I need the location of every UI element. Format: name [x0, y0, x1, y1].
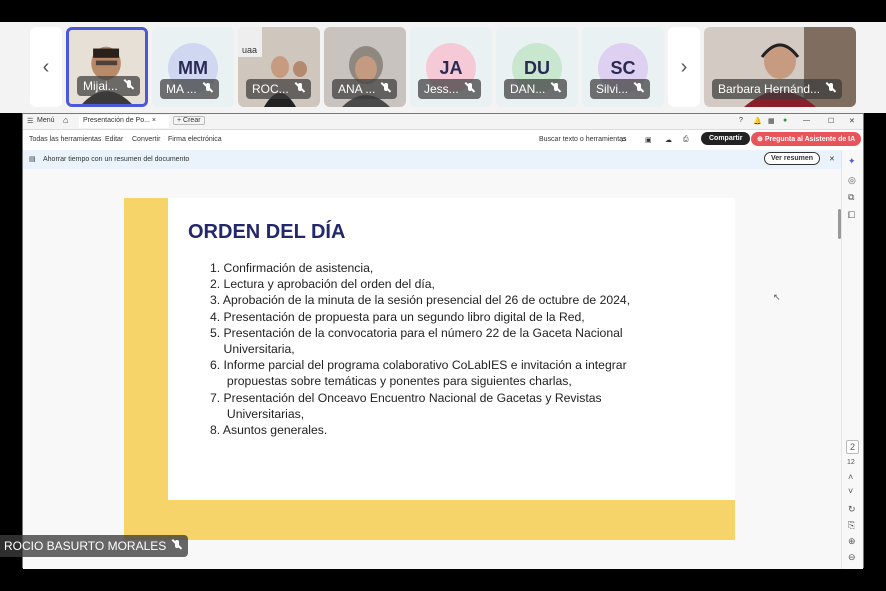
self-name-tag: ROCIO BASURTO MORALES [0, 535, 189, 557]
help-icon[interactable]: ? [739, 117, 743, 124]
profile-icon[interactable]: ● [783, 117, 787, 124]
search-icon[interactable]: ⌕ [621, 134, 627, 145]
participant-name: ANA ... [332, 79, 398, 99]
maximize-icon[interactable]: ☐ [828, 117, 834, 125]
search-field[interactable]: Buscar texto o herramientas [539, 136, 627, 143]
apps-icon[interactable]: ▦ [768, 117, 775, 125]
participant-name: Silvi... [590, 79, 651, 99]
save-icon[interactable]: ▣ [645, 136, 652, 144]
page-number[interactable]: 2 [846, 440, 860, 454]
zoom-out-icon[interactable]: ⊖ [848, 552, 856, 563]
participant-name: Jess... [418, 79, 481, 99]
participant-name: Mijai... [77, 76, 140, 96]
ai-assistant-button[interactable]: ⊕ Pregunta al Asistente de IA [751, 132, 862, 146]
tool-convert[interactable]: Convertir [132, 136, 160, 143]
pages-icon[interactable]: ⧠ [848, 210, 855, 221]
zoom-in-icon[interactable]: ⊕ [848, 536, 856, 547]
tool-sign[interactable]: Firma electrónica [168, 136, 222, 143]
participant-tile[interactable]: Mijai... [66, 27, 148, 107]
chevron-down-icon[interactable]: ˅ [848, 486, 853, 496]
mic-muted-icon [551, 83, 561, 95]
agenda-item: 7. Presentación del Onceavo Encuentro Na… [210, 390, 602, 405]
mic-muted-icon [381, 83, 391, 95]
banner-text: Ahorrar tiempo con un resumen del docume… [43, 156, 190, 163]
tab-bar: ☰ Menú ⌂ Presentación de Po... × + Crear… [23, 114, 863, 130]
participant-tile[interactable]: MM MA ... [152, 27, 234, 107]
close-icon[interactable]: ✕ [849, 117, 855, 125]
mic-muted-icon [172, 540, 182, 552]
home-icon[interactable]: ⌂ [63, 115, 68, 125]
participant-tile[interactable]: uaa ROC... [238, 27, 320, 107]
print-icon[interactable]: ⎙ [683, 136, 689, 144]
rotate-icon[interactable]: ↻ [848, 504, 856, 515]
tool-edit[interactable]: Editar [105, 136, 123, 143]
mouse-cursor-icon: ↖ [773, 292, 781, 302]
mic-muted-icon [826, 83, 836, 95]
participant-tile[interactable]: SC Silvi... [582, 27, 664, 107]
agenda-item: 5. Presentación de la convocatoria para … [210, 325, 623, 340]
bookmark-icon[interactable]: ⧉ [848, 192, 854, 203]
summary-banner: ▤ Ahorrar tiempo con un resumen del docu… [23, 150, 843, 169]
shared-screen-pdf-viewer: ☰ Menú ⌂ Presentación de Po... × + Crear… [22, 113, 864, 569]
document-area[interactable]: ORDEN DEL DÍA 1. Confirmación de asisten… [23, 169, 841, 569]
share-button[interactable]: Compartir [701, 132, 751, 145]
participant-tile[interactable]: ANA ... [324, 27, 406, 107]
page-total: 12 [847, 459, 855, 466]
mic-muted-icon [203, 83, 213, 95]
agenda-item: propuestas sobre temáticas y ponentes pa… [210, 374, 572, 389]
summary-icon: ▤ [29, 156, 36, 163]
participant-name: ROC... [246, 79, 311, 99]
comment-icon[interactable]: ◎ [848, 175, 856, 186]
new-tab-button[interactable]: + Crear [173, 116, 205, 125]
mic-muted-icon [465, 83, 475, 95]
agenda-item: 2. Lectura y aprobación del orden del dí… [210, 277, 435, 292]
slide-title: ORDEN DEL DÍA [188, 221, 346, 243]
chevron-up-icon[interactable]: ˄ [848, 472, 853, 482]
agenda-item: 4. Presentación de propuesta para un seg… [210, 309, 585, 324]
agenda-item: 8. Asuntos generales. [210, 423, 328, 438]
top-black-bar [0, 0, 886, 22]
upload-icon[interactable]: ☁ [665, 136, 672, 144]
fit-page-icon[interactable]: ⎘ [848, 520, 855, 531]
participant-tile[interactable]: DU DAN... [496, 27, 578, 107]
svg-text:uaa: uaa [242, 45, 257, 55]
tab-document[interactable]: Presentación de Po... × [79, 115, 169, 128]
mic-muted-icon [295, 83, 305, 95]
slide: ORDEN DEL DÍA 1. Confirmación de asisten… [124, 198, 735, 540]
agenda-item: Universitarias, [210, 406, 305, 421]
mic-muted-icon [124, 80, 134, 92]
bell-icon[interactable]: 🔔 [753, 117, 762, 125]
participant-name: DAN... [504, 79, 568, 99]
agenda-item: Universitaria, [210, 342, 295, 357]
summary-button[interactable]: Ver resumen [764, 152, 821, 165]
close-banner-icon[interactable]: ✕ [829, 155, 835, 163]
agenda-item: 6. Informe parcial del programa colabora… [210, 358, 627, 373]
participant-tile[interactable]: JA Jess... [410, 27, 492, 107]
menu-label[interactable]: Menú [37, 117, 55, 124]
right-tool-rail: ✦ ◎ ⧉ ⧠ 2 12 ˄ ˅ ↻ ⎘ ⊕ ⊖ [841, 150, 863, 569]
agenda-item: 1. Confirmación de asistencia, [210, 261, 374, 275]
chevron-left-icon[interactable]: ‹ [30, 27, 62, 107]
tool-all[interactable]: Todas las herramientas [29, 136, 101, 143]
mic-muted-icon [634, 83, 644, 95]
minimize-icon[interactable]: — [803, 117, 810, 124]
chevron-right-icon[interactable]: › [668, 27, 700, 107]
participant-tile[interactable]: Barbara Hernánd... [704, 27, 856, 107]
ai-icon[interactable]: ✦ [848, 156, 856, 167]
agenda-item: 3. Aprobación de la minuta de la sesión … [210, 293, 631, 308]
participant-name: Barbara Hernánd... [712, 79, 843, 99]
menu-icon[interactable]: ☰ [27, 117, 33, 125]
slide-content: ORDEN DEL DÍA 1. Confirmación de asisten… [168, 198, 735, 500]
toolbar: Todas las herramientas Editar Convertir … [23, 130, 863, 150]
agenda-list: 1. Confirmación de asistencia, 2. Lectura… [210, 260, 630, 438]
participant-name: MA ... [160, 79, 219, 99]
